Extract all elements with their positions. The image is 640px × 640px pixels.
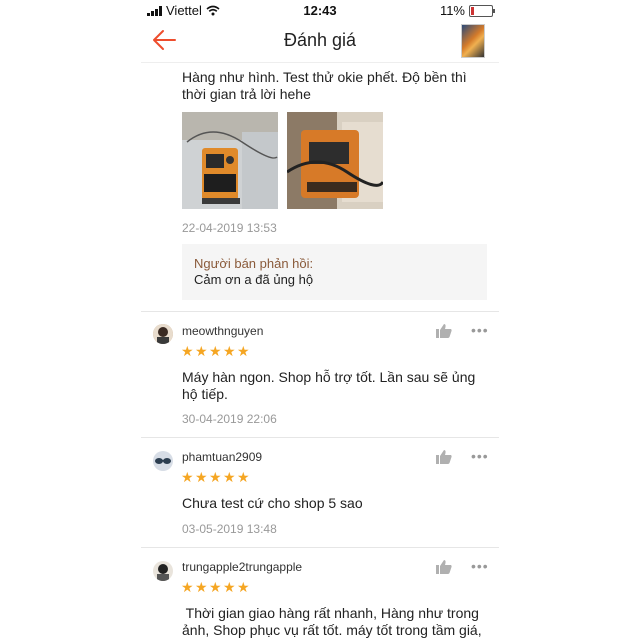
avatar[interactable] [153, 324, 173, 344]
review-date: 03-05-2019 13:48 [182, 522, 277, 536]
thumbs-up-icon[interactable] [436, 324, 452, 338]
review-date: 22-04-2019 13:53 [182, 221, 277, 235]
star-icon: ★ [223, 469, 236, 485]
star-icon: ★ [237, 579, 250, 595]
review-username[interactable]: trungapple2trungapple [182, 560, 302, 574]
star-icon: ★ [237, 343, 250, 359]
star-rating: ★ ★ ★ ★ ★ [181, 579, 250, 595]
star-icon: ★ [181, 579, 194, 595]
divider [141, 311, 499, 312]
review-text-line: Chưa test cứ cho shop 5 sao [182, 495, 363, 511]
review-text-line: Hàng như hình. Test thử okie phết. Độ bề… [182, 69, 467, 85]
star-icon: ★ [181, 343, 194, 359]
review-text-line: Thời gian giao hàng rất nhanh, Hàng như … [182, 605, 479, 621]
review-text-line: hộ tiếp. [182, 386, 228, 402]
seller-reply-text: Cảm ơn a đã ủng hộ [194, 272, 314, 287]
seller-reply-box: Người bán phản hồi: Cảm ơn a đã ủng hộ [182, 244, 487, 300]
more-dots-icon[interactable]: ••• [471, 558, 489, 574]
star-icon: ★ [223, 579, 236, 595]
battery-percent: 11% [439, 3, 465, 18]
star-icon: ★ [209, 469, 222, 485]
star-icon: ★ [195, 343, 208, 359]
battery-icon [469, 4, 495, 17]
review-photo-2[interactable] [287, 112, 383, 209]
thumbs-up-icon[interactable] [436, 450, 452, 464]
star-icon: ★ [223, 343, 236, 359]
star-icon: ★ [181, 469, 194, 485]
avatar[interactable] [153, 451, 173, 471]
review-text-line: Máy hàn ngon. Shop hỗ trợ tốt. Lần sau s… [182, 369, 476, 385]
review-text-line: ảnh, Shop phục vụ rất tốt. máy tốt trong… [182, 622, 482, 638]
seller-reply-label: Người bán phản hồi: [194, 256, 314, 271]
status-bar: Viettel 12:43 11% [141, 0, 499, 20]
divider [141, 437, 499, 438]
review-username[interactable]: meowthnguyen [182, 324, 263, 338]
thumbs-up-icon[interactable] [436, 560, 452, 574]
star-icon: ★ [195, 579, 208, 595]
header-bar: Đánh giá [141, 20, 499, 63]
star-icon: ★ [195, 469, 208, 485]
more-dots-icon[interactable]: ••• [471, 322, 489, 338]
divider [141, 547, 499, 548]
product-thumbnail[interactable] [461, 24, 485, 58]
star-icon: ★ [209, 343, 222, 359]
phone-screen: Viettel 12:43 11% Đánh giá Hàng như hình… [141, 0, 499, 640]
page-title: Đánh giá [283, 30, 357, 50]
review-username[interactable]: phamtuan2909 [182, 450, 262, 464]
star-icon: ★ [237, 469, 250, 485]
review-date: 30-04-2019 22:06 [182, 412, 277, 426]
review-text-line: thời gian trả lời hehe [182, 86, 311, 102]
star-rating: ★ ★ ★ ★ ★ [181, 469, 250, 485]
avatar[interactable] [153, 561, 173, 581]
star-icon: ★ [209, 579, 222, 595]
star-rating: ★ ★ ★ ★ ★ [181, 343, 250, 359]
battery-group: 11% [439, 3, 495, 18]
review-photo-1[interactable] [182, 112, 278, 209]
more-dots-icon[interactable]: ••• [471, 448, 489, 464]
